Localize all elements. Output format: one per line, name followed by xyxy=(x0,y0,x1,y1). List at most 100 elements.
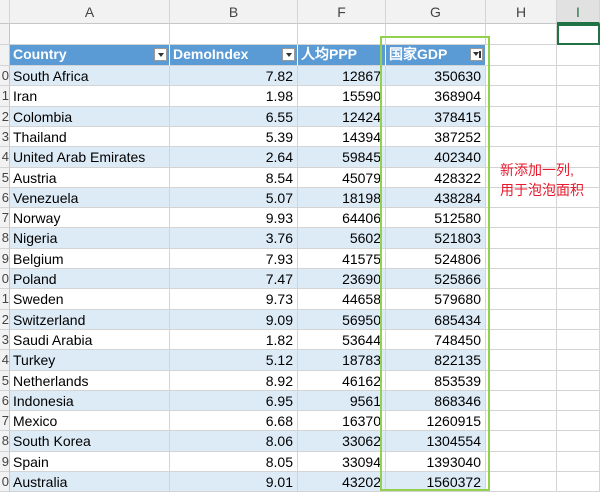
empty-cell[interactable] xyxy=(10,24,170,45)
cell-country[interactable]: Nigeria xyxy=(10,228,170,249)
cell-ppp[interactable]: 5602 xyxy=(298,228,386,249)
empty-cell[interactable] xyxy=(486,66,557,86)
row-number[interactable] xyxy=(0,24,10,45)
cell-gdp[interactable]: 868346 xyxy=(386,391,486,411)
empty-cell[interactable] xyxy=(557,269,600,289)
empty-cell[interactable] xyxy=(486,228,557,249)
empty-cell[interactable] xyxy=(486,310,557,330)
empty-cell[interactable] xyxy=(170,24,298,45)
cell-ppp[interactable]: 59845 xyxy=(298,147,386,168)
empty-cell[interactable] xyxy=(486,208,557,228)
empty-cell[interactable] xyxy=(557,86,600,107)
row-number[interactable]: 9 xyxy=(0,452,10,472)
cell-demoindex[interactable]: 8.92 xyxy=(170,371,298,391)
cell-demoindex[interactable]: 8.05 xyxy=(170,452,298,472)
row-number[interactable]: 9 xyxy=(0,249,10,269)
empty-cell[interactable] xyxy=(298,24,386,45)
row-number[interactable]: 1 xyxy=(0,86,10,107)
row-number[interactable]: 7 xyxy=(0,411,10,431)
cell-gdp[interactable]: 524806 xyxy=(386,249,486,269)
cell-demoindex[interactable]: 9.73 xyxy=(170,289,298,310)
cell-ppp[interactable]: 15590 xyxy=(298,86,386,107)
row-number[interactable]: 1 xyxy=(0,289,10,310)
cell-gdp[interactable]: 368904 xyxy=(386,86,486,107)
filter-dropdown-icon[interactable] xyxy=(154,48,167,61)
cell-ppp[interactable]: 43202 xyxy=(298,472,386,492)
row-number[interactable]: 5 xyxy=(0,168,10,188)
empty-cell[interactable] xyxy=(557,289,600,310)
cell-country[interactable]: South Africa xyxy=(10,66,170,86)
empty-cell[interactable] xyxy=(486,431,557,452)
empty-cell[interactable] xyxy=(486,107,557,127)
cell-ppp[interactable]: 14394 xyxy=(298,127,386,147)
cell-ppp[interactable]: 53644 xyxy=(298,330,386,350)
header-ppp[interactable]: 人均PPP xyxy=(298,45,386,66)
cell-country[interactable]: South Korea xyxy=(10,431,170,452)
row-number[interactable]: 0 xyxy=(0,269,10,289)
row-number[interactable]: 4 xyxy=(0,147,10,168)
cell-ppp[interactable]: 41575 xyxy=(298,249,386,269)
cell-demoindex[interactable]: 7.82 xyxy=(170,66,298,86)
cell-ppp[interactable]: 45079 xyxy=(298,168,386,188)
cell-demoindex[interactable]: 8.06 xyxy=(170,431,298,452)
cell-country[interactable]: Netherlands xyxy=(10,371,170,391)
cell-country[interactable]: Spain xyxy=(10,452,170,472)
cell-country[interactable]: Norway xyxy=(10,208,170,228)
cell-gdp[interactable]: 579680 xyxy=(386,289,486,310)
cell-ppp[interactable]: 33062 xyxy=(298,431,386,452)
row-number[interactable]: 3 xyxy=(0,127,10,147)
cell-country[interactable]: Belgium xyxy=(10,249,170,269)
empty-cell[interactable] xyxy=(557,371,600,391)
cell-demoindex[interactable]: 1.98 xyxy=(170,86,298,107)
cell-demoindex[interactable]: 5.07 xyxy=(170,188,298,208)
row-number[interactable]: 2 xyxy=(0,310,10,330)
cell-ppp[interactable]: 18198 xyxy=(298,188,386,208)
cell-gdp[interactable]: 402340 xyxy=(386,147,486,168)
cell-demoindex[interactable]: 8.54 xyxy=(170,168,298,188)
cell-gdp[interactable]: 512580 xyxy=(386,208,486,228)
empty-cell[interactable] xyxy=(557,66,600,86)
cell-ppp[interactable]: 9561 xyxy=(298,391,386,411)
column-header-b[interactable]: B xyxy=(170,0,298,24)
cell-demoindex[interactable]: 6.68 xyxy=(170,411,298,431)
cell-gdp[interactable]: 438284 xyxy=(386,188,486,208)
cell-ppp[interactable]: 44658 xyxy=(298,289,386,310)
empty-cell[interactable] xyxy=(486,411,557,431)
cell-demoindex[interactable]: 6.55 xyxy=(170,107,298,127)
cell-ppp[interactable]: 12424 xyxy=(298,107,386,127)
empty-cell[interactable] xyxy=(486,371,557,391)
empty-cell[interactable] xyxy=(557,391,600,411)
row-number[interactable]: 7 xyxy=(0,208,10,228)
cell-country[interactable]: Thailand xyxy=(10,127,170,147)
empty-cell[interactable] xyxy=(557,411,600,431)
column-header-a[interactable]: A xyxy=(10,0,170,24)
cell-demoindex[interactable]: 9.93 xyxy=(170,208,298,228)
column-header-g[interactable]: G xyxy=(386,0,486,24)
cell-demoindex[interactable]: 7.47 xyxy=(170,269,298,289)
row-number[interactable]: 2 xyxy=(0,107,10,127)
empty-cell[interactable] xyxy=(557,127,600,147)
selected-cell[interactable] xyxy=(557,24,600,45)
cell-ppp[interactable]: 18783 xyxy=(298,350,386,371)
cell-demoindex[interactable]: 5.39 xyxy=(170,127,298,147)
cell-country[interactable]: Saudi Arabia xyxy=(10,330,170,350)
row-number[interactable] xyxy=(0,45,10,66)
header-demoindex[interactable]: DemoIndex xyxy=(170,45,298,66)
empty-cell[interactable] xyxy=(557,45,600,66)
row-header-corner[interactable] xyxy=(0,0,10,24)
empty-cell[interactable] xyxy=(486,452,557,472)
empty-cell[interactable] xyxy=(557,452,600,472)
empty-cell[interactable] xyxy=(486,330,557,350)
filter-dropdown-icon[interactable] xyxy=(282,48,295,61)
cell-gdp[interactable]: 1393040 xyxy=(386,452,486,472)
cell-ppp[interactable]: 46162 xyxy=(298,371,386,391)
row-number[interactable]: 6 xyxy=(0,391,10,411)
cell-ppp[interactable]: 56950 xyxy=(298,310,386,330)
cell-gdp[interactable]: 1260915 xyxy=(386,411,486,431)
empty-cell[interactable] xyxy=(557,208,600,228)
empty-cell[interactable] xyxy=(486,249,557,269)
column-header-i[interactable]: I xyxy=(557,0,600,24)
empty-cell[interactable] xyxy=(486,289,557,310)
cell-gdp[interactable]: 1560372 xyxy=(386,472,486,492)
empty-cell[interactable] xyxy=(486,269,557,289)
